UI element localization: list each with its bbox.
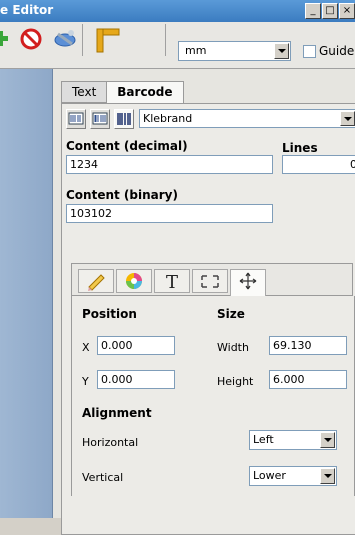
tab-text[interactable]: Text <box>61 81 108 103</box>
ruler-icon[interactable] <box>95 26 121 57</box>
minimize-button[interactable]: _ <box>305 3 321 19</box>
symbology-select[interactable]: Klebrand <box>139 109 355 128</box>
property-icon-tabs: T <box>71 263 353 296</box>
barcode-type-1-icon[interactable] <box>66 109 86 129</box>
horizontal-align-value: Left <box>253 433 274 446</box>
chevron-down-icon[interactable] <box>320 468 335 484</box>
title-bar: e Editor _ □ × <box>0 0 355 22</box>
stop-icon[interactable] <box>20 28 42 53</box>
lines-label: Lines <box>282 141 318 155</box>
guides-label: Guide <box>319 44 355 58</box>
horizontal-align-select[interactable]: Left <box>249 430 337 450</box>
color-wheel-icon[interactable] <box>116 269 152 293</box>
toolbar-separator <box>165 24 166 56</box>
lines-input[interactable]: 0 <box>282 155 355 174</box>
unit-select[interactable]: mm <box>178 41 291 61</box>
alignment-label: Alignment <box>82 406 152 420</box>
position-x-input[interactable]: 0.000 <box>97 336 175 355</box>
width-input[interactable]: 69.130 <box>269 336 347 355</box>
content-binary-label: Content (binary) <box>66 188 178 202</box>
vertical-align-value: Lower <box>253 469 286 482</box>
resize-icon[interactable] <box>192 269 228 293</box>
height-input[interactable]: 6.000 <box>269 370 347 389</box>
width-label: Width <box>217 341 249 354</box>
content-binary-input[interactable]: 103102 <box>66 204 273 223</box>
properties-panel: Text Barcode Klebrand Content (decimal) … <box>53 69 355 535</box>
add-icon[interactable] <box>0 28 12 53</box>
maximize-button[interactable]: □ <box>322 3 338 19</box>
chevron-down-icon[interactable] <box>274 43 289 59</box>
size-label: Size <box>217 307 245 321</box>
symbology-select-value: Klebrand <box>143 112 193 125</box>
chevron-down-icon[interactable] <box>320 432 335 448</box>
y-label: Y <box>82 375 89 388</box>
tab-barcode[interactable]: Barcode <box>106 81 184 103</box>
x-label: X <box>82 341 90 354</box>
left-sidebar <box>0 69 53 518</box>
barcode-type-2-icon[interactable] <box>90 109 110 129</box>
barcode-type-3-icon[interactable] <box>114 109 134 129</box>
close-button[interactable]: × <box>339 3 355 19</box>
window-controls: _ □ × <box>305 3 355 19</box>
pencil-icon[interactable] <box>78 269 114 293</box>
position-label: Position <box>82 307 137 321</box>
vertical-align-select[interactable]: Lower <box>249 466 337 486</box>
svg-text:T: T <box>166 272 178 292</box>
toolbar-separator <box>82 24 83 56</box>
content-decimal-input[interactable]: 1234 <box>66 155 273 174</box>
window-title: e Editor <box>0 3 54 17</box>
position-size-panel: Position Size X 0.000 Width 69.130 Y 0.0… <box>71 296 355 496</box>
text-icon[interactable]: T <box>154 269 190 293</box>
vertical-label: Vertical <box>82 471 124 484</box>
chevron-down-icon[interactable] <box>340 111 355 126</box>
content-decimal-label: Content (decimal) <box>66 139 188 153</box>
tool-icon[interactable] <box>52 28 78 53</box>
tab-strip: Text Barcode <box>61 81 184 103</box>
unit-select-value: mm <box>185 44 207 57</box>
height-label: Height <box>217 375 254 388</box>
guides-checkbox[interactable] <box>303 45 316 58</box>
position-y-input[interactable]: 0.000 <box>97 370 175 389</box>
move-icon[interactable] <box>230 269 266 296</box>
horizontal-label: Horizontal <box>82 436 139 449</box>
